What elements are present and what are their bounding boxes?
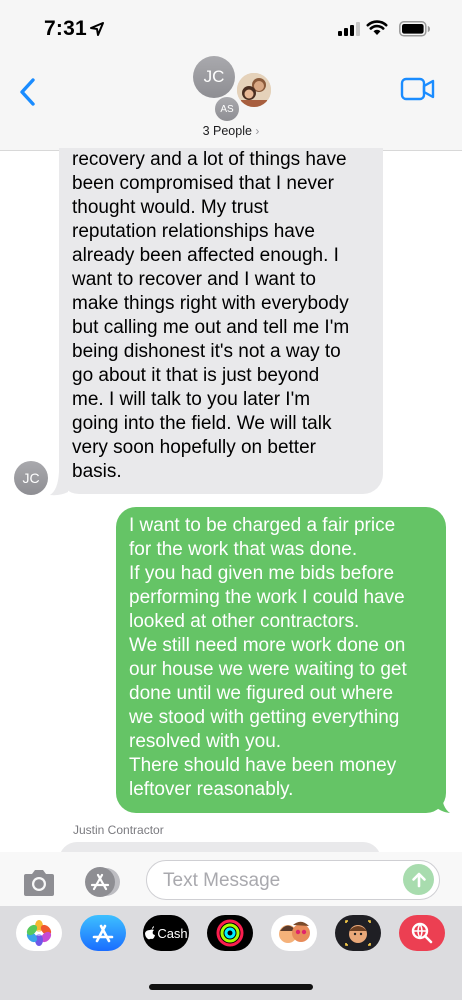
conversation-header: JC AS 3 People ›: [0, 56, 462, 151]
apple-cash-icon: [145, 926, 156, 940]
avatar-as[interactable]: AS: [214, 96, 240, 122]
back-chevron-icon[interactable]: [14, 74, 44, 110]
message-line: we stood with getting everything: [129, 707, 400, 728]
home-indicator[interactable]: [149, 984, 313, 990]
message-line: If you had given me bids before: [129, 563, 395, 584]
message-line: going into the field. We will talk: [72, 413, 332, 434]
message-text-field[interactable]: [146, 860, 440, 900]
people-count-label: 3 People: [202, 124, 252, 138]
sender-name-label: Justin Contractor: [73, 823, 164, 837]
message-line: basis.: [72, 461, 122, 482]
avatar-photo-image: [237, 73, 271, 107]
message-line: resolved with you.: [129, 731, 282, 752]
avatar-jc[interactable]: JC: [193, 56, 235, 98]
message-line: There should have been money: [129, 755, 397, 776]
web-search-app-button[interactable]: [399, 915, 445, 951]
memoji-stickers-icon: [279, 921, 310, 943]
message-line: already been affected enough. I: [72, 245, 339, 266]
web-search-icon: [411, 922, 433, 944]
message-line: looked at other contractors.: [129, 611, 360, 632]
message-line: go about it that is just beyond: [72, 365, 320, 386]
outgoing-bubble-tail: [432, 790, 450, 813]
message-line: me. I will talk to you later I'm: [72, 389, 311, 410]
send-button[interactable]: [403, 864, 434, 895]
activity-icon: [216, 919, 244, 947]
message-line: want to recover and I want to: [72, 269, 316, 290]
avatar-photo[interactable]: [236, 72, 272, 108]
message-line: reputation relationships have: [72, 221, 315, 242]
status-bar: 7:31: [0, 0, 462, 56]
app-store-app-button[interactable]: [80, 915, 126, 951]
facetime-video-icon[interactable]: [400, 76, 436, 102]
message-line: for the work that was done.: [129, 539, 358, 560]
message-line: performing the work I could have: [129, 587, 405, 608]
memoji-app-button[interactable]: [335, 915, 381, 951]
photos-icon: [26, 920, 52, 946]
battery-icon: [399, 21, 430, 37]
memoji-icon: [345, 920, 371, 946]
message-line: but calling me out and tell me I'm: [72, 317, 350, 338]
camera-icon[interactable]: [20, 868, 58, 898]
message-line: being dishonest it's not a way to: [72, 341, 341, 362]
message-line: done until we figured out where: [129, 683, 394, 704]
chevron-right-icon: ›: [255, 124, 260, 138]
arrow-up-icon: [411, 872, 426, 887]
status-time: 7:31: [44, 17, 87, 40]
sender-avatar-jc[interactable]: JC: [14, 461, 48, 495]
message-line: make things right with everybody: [72, 293, 349, 314]
message-line: recovery and a lot of things have: [72, 149, 347, 170]
photos-app-button[interactable]: [16, 915, 62, 951]
memoji-stickers-app-button[interactable]: [271, 915, 317, 951]
message-line: been compromised that I never: [72, 173, 334, 194]
message-input[interactable]: [161, 869, 395, 893]
message-line: I want to be charged a fair price: [129, 515, 396, 536]
activity-app-button[interactable]: [207, 915, 253, 951]
message-line: thought would. My trust: [72, 197, 269, 218]
incoming-bubble-tail: [50, 472, 68, 496]
location-arrow-icon: [90, 22, 104, 36]
cellular-signal-icon: [338, 22, 360, 36]
wifi-icon: [366, 20, 388, 35]
app-store-button-icon[interactable]: [80, 866, 126, 898]
app-store-icon: [92, 924, 114, 943]
incoming-message-bubble[interactable]: recovery and a lot of things have been c…: [59, 148, 383, 494]
outgoing-message-bubble[interactable]: I want to be charged a fair price for th…: [116, 507, 446, 813]
apple-cash-app-button[interactable]: Cash: [143, 915, 189, 951]
message-line: very soon hopefully on better: [72, 437, 316, 458]
message-line: We still need more work done on: [129, 635, 406, 656]
message-line: our house we were waiting to get: [129, 659, 407, 680]
group-people-button[interactable]: 3 People ›: [0, 124, 462, 138]
message-input-bar: [0, 852, 462, 912]
apple-cash-label: Cash: [157, 925, 188, 941]
message-line: leftover reasonably.: [129, 779, 294, 800]
